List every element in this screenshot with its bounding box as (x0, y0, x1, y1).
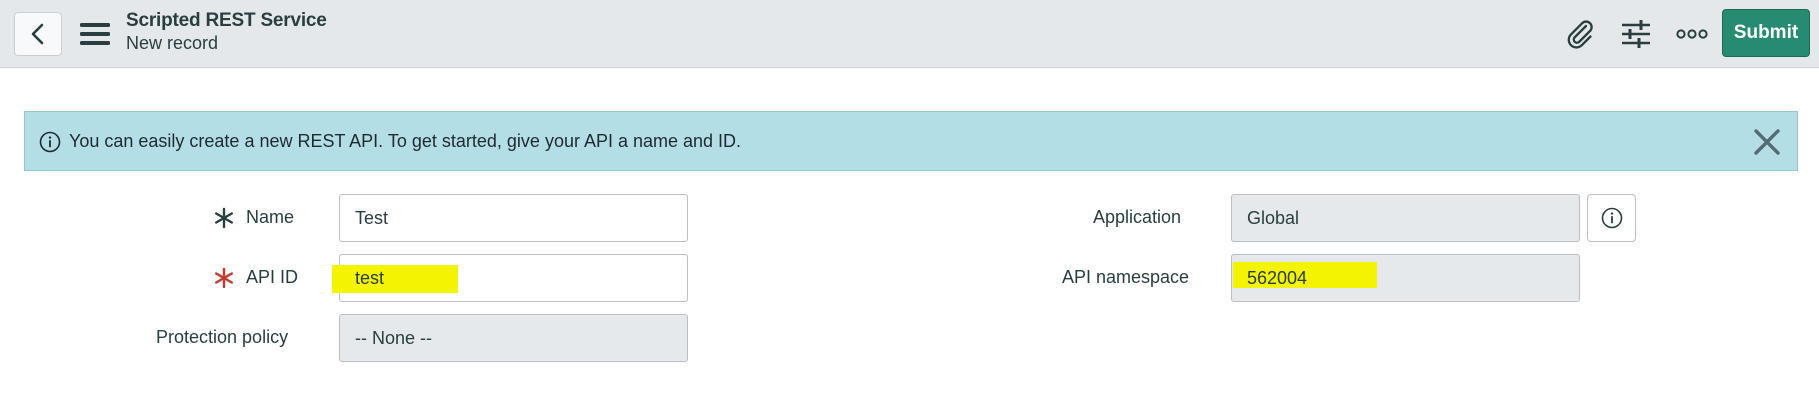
name-value: Test (355, 208, 389, 228)
paperclip-icon (1567, 20, 1593, 49)
required-field-icon (215, 267, 233, 289)
submit-button[interactable]: Submit (1722, 9, 1810, 57)
application-value: Global (1247, 208, 1300, 228)
info-circle-icon (39, 131, 61, 153)
api-id-label: API ID (246, 267, 299, 287)
info-circle-icon (1601, 207, 1622, 229)
required-field-icon (215, 207, 233, 229)
application-label: Application (1093, 207, 1182, 227)
api-namespace-value: 562004 (1247, 268, 1308, 288)
chevron-left-icon (31, 23, 44, 45)
more-options-button[interactable] (1674, 17, 1710, 51)
application-field: Global (1231, 194, 1580, 242)
hamburger-menu-icon (80, 23, 110, 45)
back-button[interactable] (14, 12, 62, 56)
more-options-icon (1676, 29, 1708, 39)
highlight-mark (332, 265, 458, 293)
api-namespace-label: API namespace (1062, 267, 1190, 287)
page-subtitle: New record (126, 33, 219, 53)
api-id-value: test (355, 268, 385, 288)
protection-policy-field[interactable]: -- None -- (339, 314, 688, 362)
personalize-form-button[interactable] (1618, 17, 1654, 51)
banner-message: You can easily create a new REST API. To… (69, 131, 742, 151)
attachment-button[interactable] (1562, 17, 1598, 51)
page-title: Scripted REST Service (126, 10, 327, 31)
protection-policy-label: Protection policy (156, 327, 289, 347)
form-header: Scripted REST Service New record Submit (0, 0, 1819, 68)
banner-close-button[interactable] (1751, 126, 1783, 158)
name-input[interactable]: Test (339, 194, 688, 242)
title-block: Scripted REST Service New record (126, 10, 327, 54)
api-id-input[interactable]: test (332, 254, 688, 302)
close-icon (1754, 129, 1780, 155)
api-namespace-field: 562004 (1231, 254, 1580, 302)
sliders-icon (1622, 20, 1650, 48)
name-label: Name (246, 207, 295, 227)
info-banner: You can easily create a new REST API. To… (24, 111, 1798, 171)
context-menu-button[interactable] (78, 18, 112, 50)
protection-policy-value: -- None -- (355, 328, 433, 348)
application-info-button[interactable] (1587, 194, 1636, 242)
